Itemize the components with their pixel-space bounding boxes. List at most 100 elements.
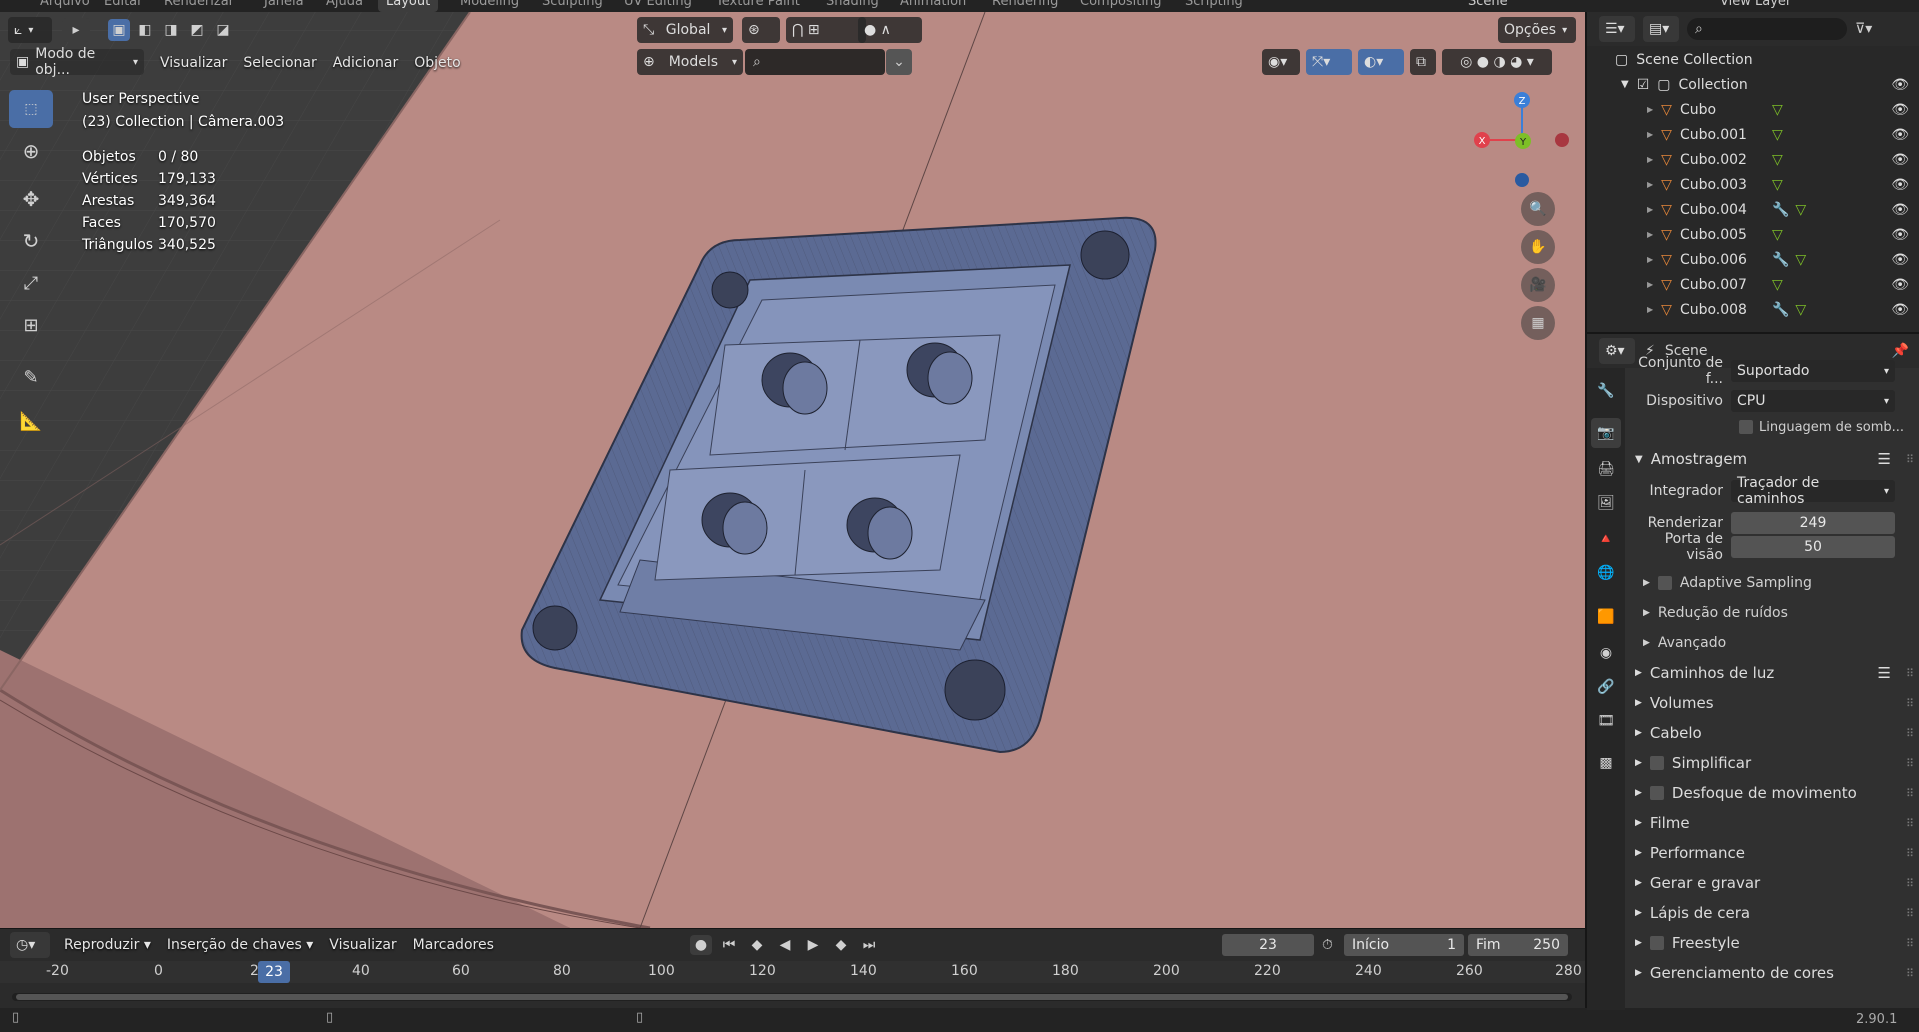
select-subtract-icon[interactable]: ◨: [160, 19, 182, 41]
subsection-adaptive-sampling[interactable]: ▶ Adaptive Sampling: [1627, 568, 1919, 598]
section-panel[interactable]: ▶ Volumes ⠿: [1627, 688, 1919, 718]
section-panel[interactable]: ▶ Lápis de cera ⠿: [1627, 898, 1919, 928]
navigation-gizmo[interactable]: Z X Y: [1460, 88, 1578, 198]
3d-viewport[interactable]: [0, 12, 1585, 928]
menu-render[interactable]: Renderizar: [164, 0, 234, 12]
checkbox-icon[interactable]: ☑: [1637, 77, 1650, 93]
workspace-tab-texture-paint[interactable]: Texture Paint: [716, 0, 800, 12]
menu-object[interactable]: Objeto: [406, 55, 468, 71]
world-tab-icon[interactable]: 🌐: [1591, 558, 1621, 588]
section-checkbox[interactable]: [1649, 756, 1664, 770]
chevron-right-icon[interactable]: ▶: [1647, 180, 1653, 189]
preset-list-icon[interactable]: ☰: [1878, 450, 1891, 468]
end-frame-field[interactable]: Fim 250: [1468, 934, 1568, 956]
section-panel[interactable]: ▶ Cabelo ⠿: [1627, 718, 1919, 748]
menu-file[interactable]: Arquivo: [40, 0, 90, 12]
drag-handle-icon[interactable]: ⠿: [1906, 453, 1914, 466]
workspace-tab-uv-editing[interactable]: UV Editing: [624, 0, 692, 12]
section-panel[interactable]: ▶ Desfoque de movimento ⠿: [1627, 778, 1919, 808]
measure-tool[interactable]: 📐: [9, 402, 53, 440]
editor-type-selector[interactable]: ⟀ ▾: [8, 17, 52, 43]
editor-type-icon[interactable]: ☰▾: [1599, 16, 1635, 42]
outliner-row-object[interactable]: ▶ ▽ Cubo.005 ▽ 👁: [1587, 222, 1919, 247]
section-panel[interactable]: ▶ Filme ⠿: [1627, 808, 1919, 838]
play-icon[interactable]: ▶: [802, 935, 824, 955]
menu-keying[interactable]: Inserção de chaves ▾: [159, 937, 321, 953]
mesh-data-icon[interactable]: ▽: [1772, 277, 1783, 293]
section-panel[interactable]: ▶ Gerar e gravar ⠿: [1627, 868, 1919, 898]
overlays-icon[interactable]: ◐▾: [1358, 49, 1404, 75]
outliner-row-collection[interactable]: ▼ ☑ ▢ Collection 👁: [1587, 72, 1919, 97]
stopwatch-icon[interactable]: ⏱: [1322, 937, 1333, 953]
drag-handle-icon[interactable]: ⠿: [1906, 697, 1914, 710]
transform-orientation-dropdown[interactable]: ⤡ Global ▾: [637, 17, 733, 43]
drag-handle-icon[interactable]: ⠿: [1906, 757, 1914, 770]
transform-tool[interactable]: ⊞: [9, 306, 53, 344]
scale-tool[interactable]: ⤢: [9, 264, 53, 302]
outliner-row-object[interactable]: ▶ ▽ Cubo.008 🔧 ▽ 👁: [1587, 297, 1919, 322]
mesh-data-icon[interactable]: ▽: [1772, 127, 1783, 143]
outliner-row-object[interactable]: ▶ ▽ Cubo.006 🔧 ▽ 👁: [1587, 247, 1919, 272]
feature-set-dropdown[interactable]: Suportado ▾: [1731, 360, 1895, 382]
workspace-tab-shading[interactable]: Shading: [826, 0, 879, 12]
outliner-search-input[interactable]: ⌕: [1687, 18, 1847, 40]
eye-icon[interactable]: 👁: [1891, 102, 1909, 118]
section-panel[interactable]: ▶ Performance ⠿: [1627, 838, 1919, 868]
drag-handle-icon[interactable]: ⠿: [1906, 847, 1914, 860]
playhead[interactable]: 23: [258, 961, 290, 983]
asset-search-input[interactable]: ⌕: [745, 49, 885, 75]
filter-icon[interactable]: ⊽▾: [1855, 21, 1872, 37]
chevron-right-icon[interactable]: ▶: [1647, 305, 1653, 314]
render-tab-icon[interactable]: 📷: [1591, 418, 1621, 448]
asset-expand-button[interactable]: ⌄: [886, 49, 912, 75]
eye-icon[interactable]: 👁: [1891, 152, 1909, 168]
scrollbar-thumb[interactable]: [16, 994, 1568, 1000]
asset-dropdown[interactable]: ⊕ Models ▾: [637, 49, 743, 75]
rotate-tool[interactable]: ↻: [9, 222, 53, 260]
wrench-icon[interactable]: 🔧: [1772, 252, 1789, 268]
outliner-row-object[interactable]: ▶ ▽ Cubo.003 ▽ 👁: [1587, 172, 1919, 197]
pan-hand-icon[interactable]: ✋: [1521, 230, 1555, 264]
drag-handle-icon[interactable]: ⠿: [1906, 907, 1914, 920]
wrench-icon[interactable]: 🔧: [1772, 202, 1789, 218]
scene-tab-icon[interactable]: 🔺: [1591, 524, 1621, 554]
section-sampling[interactable]: ▼ Amostragem ☰ ⠿: [1627, 444, 1919, 474]
eye-icon[interactable]: 👁: [1891, 177, 1909, 193]
timeline-scrollbar[interactable]: [12, 993, 1572, 1001]
menu-select[interactable]: Selecionar: [235, 55, 324, 71]
outliner-row-object[interactable]: ▶ ▽ Cubo.001 ▽ 👁: [1587, 122, 1919, 147]
render-samples-field[interactable]: 249: [1731, 512, 1895, 534]
outliner-row-scene-collection[interactable]: ▢ Scene Collection: [1587, 47, 1919, 72]
chevron-right-icon[interactable]: ▶: [1647, 155, 1653, 164]
section-checkbox[interactable]: [1649, 936, 1664, 950]
subsection-advanced[interactable]: ▶ Avançado: [1627, 628, 1919, 658]
eye-icon[interactable]: 👁: [1891, 202, 1909, 218]
object-tab-icon[interactable]: 🟧: [1591, 602, 1621, 632]
menu-add[interactable]: Adicionar: [325, 55, 406, 71]
eye-icon[interactable]: 👁: [1891, 277, 1909, 293]
texture-tab-icon[interactable]: ▩: [1591, 748, 1621, 778]
mesh-data-icon[interactable]: ▽: [1772, 152, 1783, 168]
timeline-ruler[interactable]: -20 0 20 40 60 80 100 120 140 160 180 20…: [0, 961, 1585, 983]
view-layer-selector[interactable]: View Layer: [1720, 0, 1791, 12]
section-panel[interactable]: ▶ Simplificar ⠿: [1627, 748, 1919, 778]
drag-handle-icon[interactable]: ⠿: [1906, 967, 1914, 980]
adaptive-sampling-checkbox[interactable]: [1657, 576, 1672, 590]
chevron-right-icon[interactable]: ▶: [1647, 105, 1653, 114]
prev-keyframe-icon[interactable]: ◆: [746, 935, 768, 955]
data-tab-icon[interactable]: 🎞: [1591, 706, 1621, 736]
options-dropdown[interactable]: Opções ▾: [1498, 17, 1576, 43]
mesh-data-icon[interactable]: ▽: [1772, 102, 1783, 118]
subsection-denoising[interactable]: ▶ Redução de ruídos: [1627, 598, 1919, 628]
output-tab-icon[interactable]: 🖨: [1591, 454, 1621, 484]
annotate-tool[interactable]: ✎: [9, 358, 53, 396]
drag-handle-icon[interactable]: ⠿: [1906, 787, 1914, 800]
workspace-tab-rendering[interactable]: Rendering: [992, 0, 1058, 12]
osl-checkbox[interactable]: [1739, 420, 1753, 434]
menu-edit[interactable]: Editar: [104, 0, 143, 12]
chevron-right-icon[interactable]: ▶: [1647, 280, 1653, 289]
scene-selector[interactable]: Scene: [1468, 0, 1508, 12]
outliner-row-object[interactable]: ▶ ▽ Cubo.004 🔧 ▽ 👁: [1587, 197, 1919, 222]
gizmo-toggle-icon[interactable]: ⤧▾: [1306, 49, 1352, 75]
play-reverse-icon[interactable]: ◀: [774, 935, 796, 955]
